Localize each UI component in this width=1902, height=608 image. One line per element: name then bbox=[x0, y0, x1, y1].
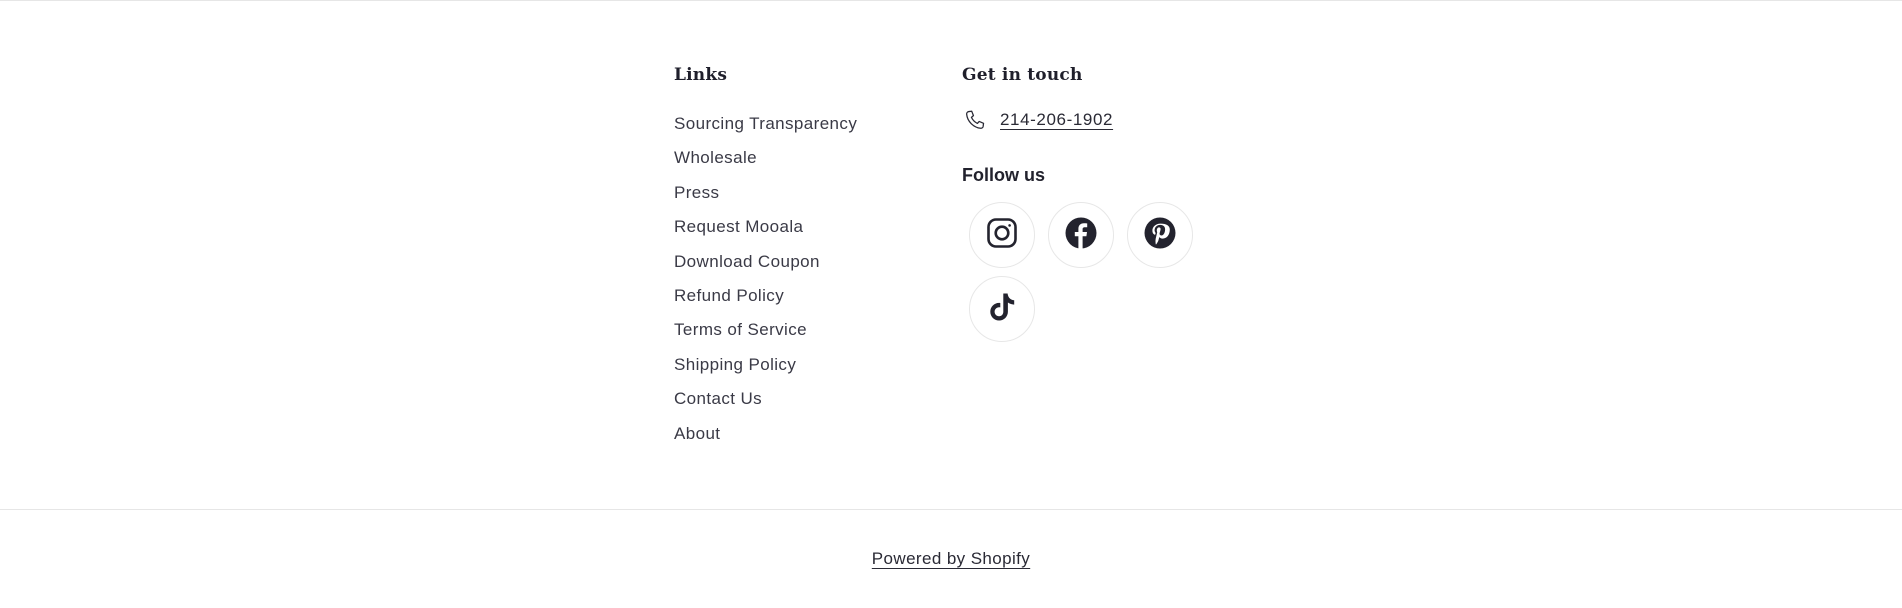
footer-link-sourcing-transparency[interactable]: Sourcing Transparency bbox=[674, 114, 857, 133]
instagram-icon bbox=[985, 216, 1019, 255]
footer-link-wholesale[interactable]: Wholesale bbox=[674, 148, 757, 167]
list-item: Sourcing Transparency bbox=[674, 107, 934, 141]
phone-icon bbox=[964, 109, 986, 131]
footer-link-request-mooala[interactable]: Request Mooala bbox=[674, 217, 803, 236]
phone-link[interactable]: 214-206-1902 bbox=[1000, 110, 1113, 130]
list-item: Press bbox=[674, 176, 934, 210]
footer-link-about[interactable]: About bbox=[674, 424, 720, 443]
social-links bbox=[969, 202, 1229, 342]
footer-link-terms-of-service[interactable]: Terms of Service bbox=[674, 320, 807, 339]
instagram-button[interactable] bbox=[969, 202, 1035, 268]
links-column: Links Sourcing Transparency Wholesale Pr… bbox=[674, 63, 934, 451]
site-footer: Links Sourcing Transparency Wholesale Pr… bbox=[0, 0, 1902, 608]
list-item: Contact Us bbox=[674, 382, 934, 416]
footer-link-shipping-policy[interactable]: Shipping Policy bbox=[674, 355, 796, 374]
phone-row: 214-206-1902 bbox=[962, 105, 1282, 135]
contact-heading: Get in touch bbox=[962, 65, 1083, 85]
links-list: Sourcing Transparency Wholesale Press Re… bbox=[674, 107, 934, 451]
footer-link-contact-us[interactable]: Contact Us bbox=[674, 389, 762, 408]
pinterest-icon bbox=[1143, 216, 1177, 255]
footer-divider bbox=[0, 509, 1902, 510]
powered-by: Powered by Shopify bbox=[0, 549, 1902, 569]
follow-us-heading: Follow us bbox=[962, 165, 1045, 185]
links-heading: Links bbox=[674, 65, 728, 85]
list-item: Wholesale bbox=[674, 141, 934, 175]
footer-link-download-coupon[interactable]: Download Coupon bbox=[674, 252, 820, 271]
list-item: Request Mooala bbox=[674, 210, 934, 244]
facebook-button[interactable] bbox=[1048, 202, 1114, 268]
contact-column: Get in touch 214-206-1902 Follow us bbox=[962, 63, 1282, 342]
list-item: Terms of Service bbox=[674, 313, 934, 347]
pinterest-button[interactable] bbox=[1127, 202, 1193, 268]
footer-link-refund-policy[interactable]: Refund Policy bbox=[674, 286, 784, 305]
list-item: About bbox=[674, 417, 934, 451]
powered-by-shopify-link[interactable]: Powered by Shopify bbox=[872, 549, 1030, 568]
list-item: Shipping Policy bbox=[674, 348, 934, 382]
footer-link-press[interactable]: Press bbox=[674, 183, 719, 202]
list-item: Download Coupon bbox=[674, 245, 934, 279]
facebook-icon bbox=[1064, 216, 1098, 255]
tiktok-icon bbox=[985, 290, 1019, 329]
tiktok-button[interactable] bbox=[969, 276, 1035, 342]
list-item: Refund Policy bbox=[674, 279, 934, 313]
